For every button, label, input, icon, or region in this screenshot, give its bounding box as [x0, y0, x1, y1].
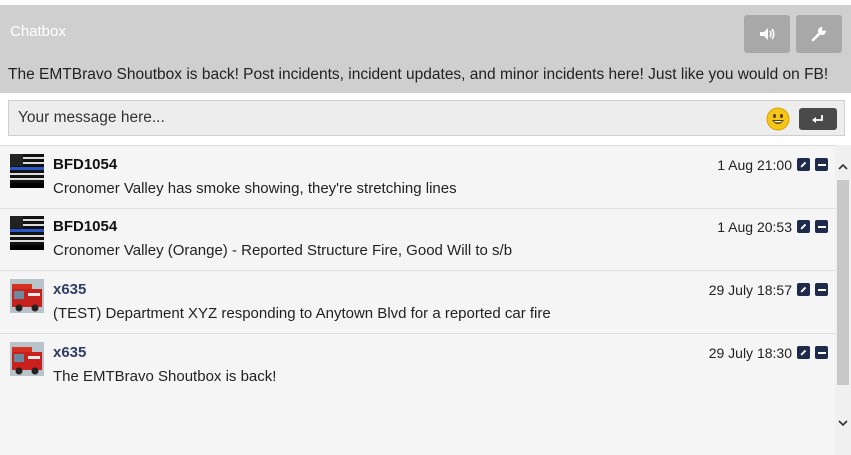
scrollbar-thumb[interactable]: [837, 180, 849, 385]
timestamp: 29 July 18:30: [708, 345, 792, 361]
message-input[interactable]: [9, 101, 749, 135]
edit-icon[interactable]: [797, 220, 810, 233]
message-text: Cronomer Valley has smoke showing, they'…: [53, 180, 457, 197]
message-text: (TEST) Department XYZ responding to Anyt…: [53, 305, 551, 322]
chatbox-title: Chatbox: [10, 23, 66, 40]
timestamp: 29 July 18:57: [708, 282, 792, 298]
chatbox-header: Chatbox The EMTBravo Shoutbox is back! P…: [0, 5, 851, 93]
message-row: x635 29 July 18:57 (TEST) Department XYZ…: [0, 271, 835, 334]
username[interactable]: x635: [53, 281, 86, 298]
message-list: BFD1054 1 Aug 21:00 Cronomer Valley has …: [0, 145, 835, 455]
timestamp: 1 Aug 20:53: [717, 219, 792, 235]
smiley-icon[interactable]: [766, 107, 790, 131]
delete-icon[interactable]: [815, 283, 828, 296]
announcement-text: The EMTBravo Shoutbox is back! Post inci…: [8, 66, 829, 83]
avatar[interactable]: [10, 279, 44, 313]
message-row: BFD1054 1 Aug 20:53 Cronomer Valley (Ora…: [0, 208, 835, 271]
message-composer: [8, 100, 845, 136]
username[interactable]: BFD1054: [53, 218, 117, 235]
avatar[interactable]: [10, 154, 44, 188]
username[interactable]: x635: [53, 344, 86, 361]
avatar[interactable]: [10, 216, 44, 250]
chevron-up-icon[interactable]: [837, 161, 849, 173]
avatar[interactable]: [10, 342, 44, 376]
delete-icon[interactable]: [815, 220, 828, 233]
message-scrollbar[interactable]: [835, 145, 851, 455]
delete-icon[interactable]: [815, 158, 828, 171]
speaker-icon: [760, 28, 775, 40]
settings-button[interactable]: [796, 15, 842, 53]
enter-icon: [812, 115, 823, 123]
username[interactable]: BFD1054: [53, 156, 117, 173]
edit-icon[interactable]: [797, 283, 810, 296]
timestamp: 1 Aug 21:00: [717, 157, 792, 173]
wrench-icon: [811, 27, 826, 42]
delete-icon[interactable]: [815, 346, 828, 359]
message-text: The EMTBravo Shoutbox is back!: [53, 368, 277, 385]
message-text: Cronomer Valley (Orange) - Reported Stru…: [53, 242, 513, 259]
chevron-down-icon[interactable]: [837, 417, 849, 429]
message-row: BFD1054 1 Aug 21:00 Cronomer Valley has …: [0, 146, 835, 209]
send-button[interactable]: [799, 108, 837, 130]
edit-icon[interactable]: [797, 346, 810, 359]
message-row: x635 29 July 18:30 The EMTBravo Shoutbox…: [0, 334, 835, 397]
sound-toggle-button[interactable]: [744, 15, 790, 53]
edit-icon[interactable]: [797, 158, 810, 171]
